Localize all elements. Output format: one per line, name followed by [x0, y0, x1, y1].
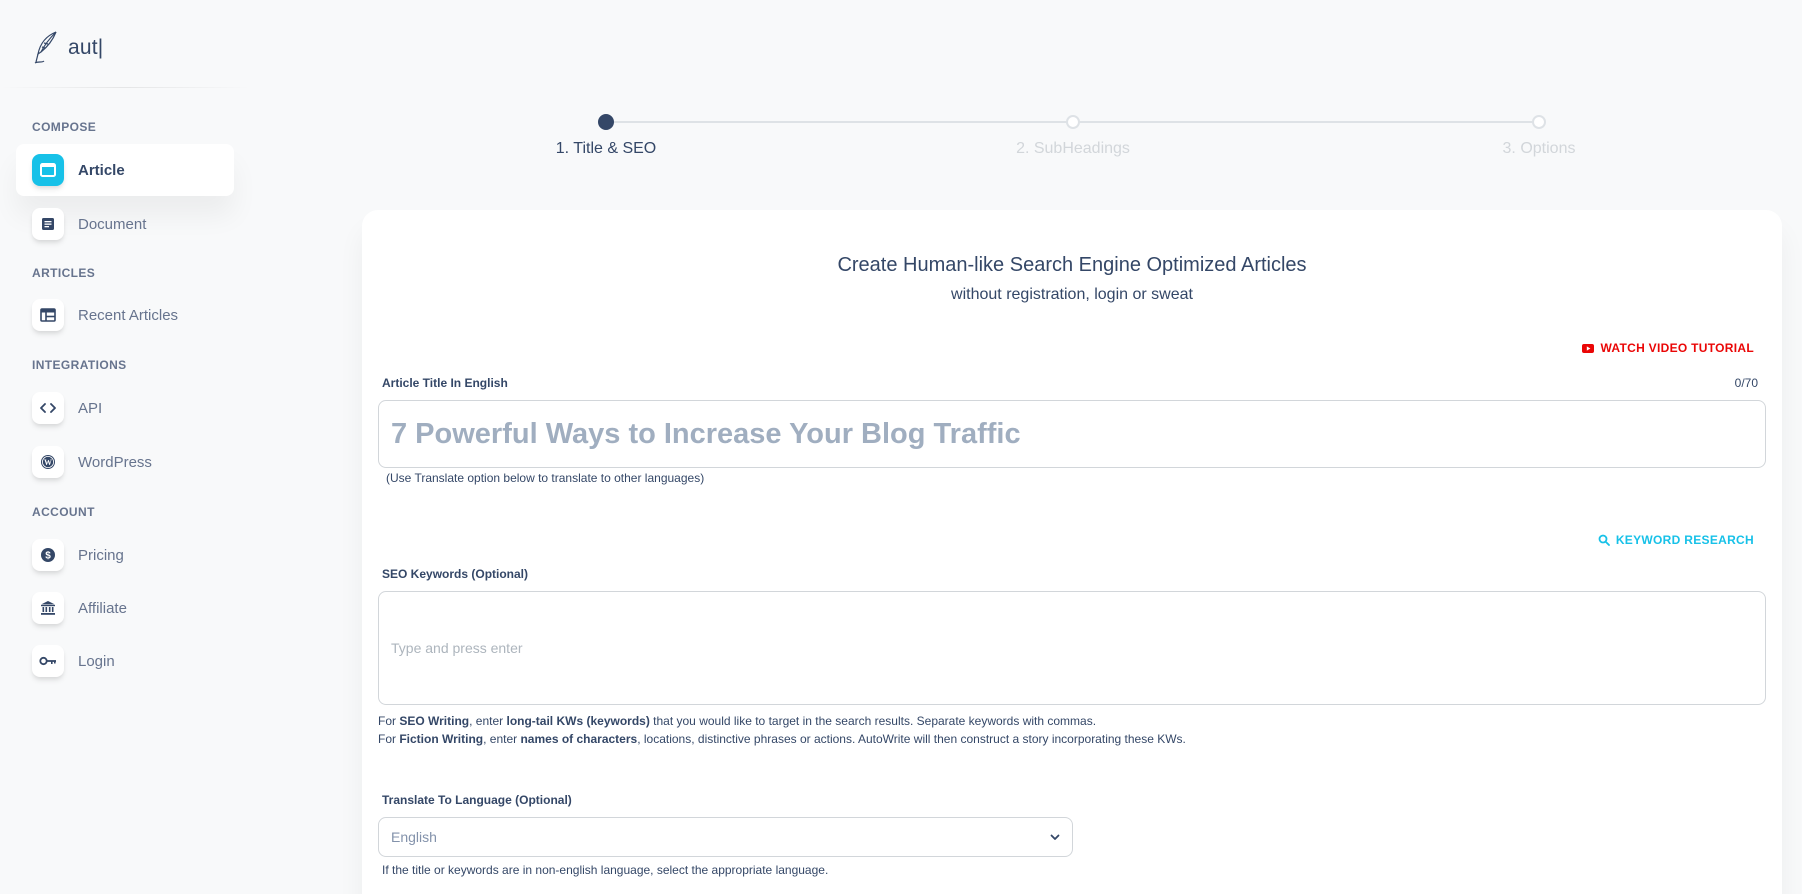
search-icon	[1598, 534, 1610, 546]
step-1-label[interactable]: 1. Title & SEO	[556, 140, 656, 158]
article-title-input[interactable]	[378, 400, 1766, 468]
sidebar-item-label: Login	[78, 652, 115, 670]
watch-video-tutorial-link[interactable]: WATCH VIDEO TUTORIAL	[1582, 341, 1754, 355]
sidebar-item-api[interactable]: API	[16, 382, 234, 434]
sidebar-item-label: Pricing	[78, 546, 124, 564]
step-2-label[interactable]: 2. SubHeadings	[1016, 140, 1130, 158]
translate-language-label: Translate To Language (Optional)	[382, 793, 572, 807]
help-text: , enter	[483, 732, 521, 746]
quill-pen-icon	[34, 31, 57, 64]
section-title-compose: COMPOSE	[32, 120, 97, 134]
help-text-bold: SEO Writing	[399, 714, 470, 728]
chevron-down-icon	[1050, 834, 1060, 840]
sidebar-item-login[interactable]: Login	[16, 635, 234, 687]
fiction-writing-help: For Fiction Writing, enter names of char…	[378, 732, 1186, 746]
sidebar-item-article[interactable]: Article	[16, 144, 234, 196]
document-icon	[32, 208, 64, 240]
sidebar-item-label: API	[78, 399, 103, 417]
svg-text:$: $	[45, 551, 51, 562]
seo-keywords-label: SEO Keywords (Optional)	[382, 567, 529, 581]
step-3-label[interactable]: 3. Options	[1503, 140, 1576, 158]
article-title-label: Article Title In English	[382, 376, 508, 390]
sidebar-item-label: Document	[78, 215, 147, 233]
key-icon	[32, 645, 64, 677]
card-title: Create Human-like Search Engine Optimize…	[837, 254, 1307, 276]
step-2-dot[interactable]	[1066, 115, 1080, 129]
help-text: , enter	[469, 714, 507, 728]
sidebar-item-pricing[interactable]: $ Pricing	[16, 529, 234, 581]
sidebar-item-label: Affiliate	[78, 599, 127, 617]
section-title-account: ACCOUNT	[32, 505, 95, 519]
sidebar-item-label: WordPress	[78, 453, 152, 471]
watch-video-tutorial-label: WATCH VIDEO TUTORIAL	[1600, 341, 1754, 355]
help-text: , locations, distinctive phrases or acti…	[637, 732, 1186, 746]
sidebar-item-affiliate[interactable]: Affiliate	[16, 582, 234, 634]
sidebar-item-wordpress[interactable]: W WordPress	[16, 436, 234, 488]
brand-name: aut|	[68, 36, 104, 59]
article-form-card: Create Human-like Search Engine Optimize…	[362, 210, 1782, 894]
help-text: For	[378, 714, 400, 728]
section-title-articles: ARTICLES	[32, 266, 96, 280]
bank-icon	[32, 592, 64, 624]
brand-divider	[0, 87, 250, 88]
table-icon	[32, 299, 64, 331]
keyword-research-link[interactable]: KEYWORD RESEARCH	[1598, 533, 1754, 547]
progress-stepper: 1. Title & SEO 2. SubHeadings 3. Options	[540, 110, 1575, 170]
seo-writing-help: For SEO Writing, enter long-tail KWs (ke…	[378, 714, 1096, 728]
language-select-value: English	[391, 829, 437, 845]
svg-text:W: W	[44, 458, 52, 467]
seo-keywords-input[interactable]	[378, 591, 1766, 705]
help-text-bold: long-tail KWs (keywords)	[506, 714, 650, 728]
language-select[interactable]: English	[378, 817, 1073, 857]
help-text: For	[378, 732, 400, 746]
help-text-bold: names of characters	[520, 732, 638, 746]
sidebar-item-label: Recent Articles	[78, 306, 179, 324]
language-hint: If the title or keywords are in non-engl…	[382, 863, 829, 877]
step-connector	[1076, 121, 1542, 123]
help-text-bold: Fiction Writing	[399, 732, 484, 746]
sidebar-item-recent-articles[interactable]: Recent Articles	[16, 289, 234, 341]
sidebar-item-label: Article	[78, 161, 125, 179]
step-connector	[606, 121, 1076, 123]
brand[interactable]: aut|	[32, 30, 103, 66]
youtube-icon	[1582, 343, 1595, 353]
step-3-dot[interactable]	[1532, 115, 1546, 129]
browser-window-icon	[32, 154, 64, 186]
title-char-counter: 0/70	[1734, 376, 1758, 390]
card-subtitle: without registration, login or sweat	[951, 286, 1193, 303]
title-hint: (Use Translate option below to translate…	[386, 471, 705, 485]
sidebar-item-document[interactable]: Document	[16, 198, 234, 250]
sidebar: aut| COMPOSE Article Document ARTICLES R…	[0, 0, 250, 894]
code-icon	[32, 392, 64, 424]
step-1-dot[interactable]	[598, 114, 614, 130]
dollar-icon: $	[32, 539, 64, 571]
keyword-research-label: KEYWORD RESEARCH	[1615, 533, 1754, 547]
section-title-integrations: INTEGRATIONS	[32, 358, 127, 372]
help-text: that you would like to target in the sea…	[649, 714, 1097, 728]
wordpress-icon: W	[32, 446, 64, 478]
